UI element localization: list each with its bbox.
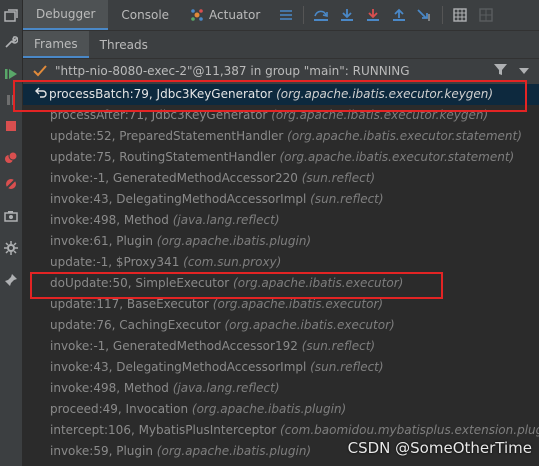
frame-package: (org.apache.ibatis.executor.statement) (287, 129, 522, 143)
frame-method: update:75, RoutingStatementHandler (50, 150, 276, 164)
frame-package: (com.sun.proxy) (183, 255, 282, 269)
frame-method: update:-1, $Proxy341 (50, 255, 180, 269)
debug-toolbar: Debugger Console Actuator (23, 0, 539, 31)
frame-package: (org.apache.ibatis.executor.keygen) (271, 108, 489, 122)
tab-frames[interactable]: Frames (23, 31, 89, 58)
frame-package: (org.apache.ibatis.plugin) (156, 234, 312, 248)
frame-package: (sun.reflect) (310, 360, 384, 374)
frame-package: (org.apache.ibatis.plugin) (191, 402, 347, 416)
chevron-down-icon[interactable] (519, 64, 529, 78)
run-to-cursor-icon[interactable] (412, 0, 438, 30)
frame-row[interactable]: invoke:43, DelegatingMethodAccessorImpl … (23, 189, 539, 210)
frame-row[interactable]: doUpdate:50, SimpleExecutor (org.apache.… (23, 273, 539, 294)
frame-method: invoke:59, Plugin (50, 444, 153, 458)
frame-row[interactable]: invoke:43, DelegatingMethodAccessorImpl … (23, 357, 539, 378)
pin-icon[interactable] (3, 272, 19, 288)
frame-row[interactable]: invoke:61, Plugin (org.apache.ibatis.plu… (23, 231, 539, 252)
stop-icon[interactable] (3, 118, 19, 134)
frame-method: update:76, CachingExecutor (50, 318, 221, 332)
force-step-into-icon[interactable] (360, 0, 386, 30)
frame-row[interactable]: intercept:106, MybatisPlusInterceptor (c… (23, 420, 539, 441)
tab-threads[interactable]: Threads (89, 31, 159, 58)
frame-row[interactable]: invoke:498, Method (java.lang.reflect) (23, 210, 539, 231)
frames-list: processBatch:79, Jdbc3KeyGenerator (org.… (23, 84, 539, 466)
step-into-icon[interactable] (334, 0, 360, 30)
frame-row[interactable]: update:76, CachingExecutor (org.apache.i… (23, 315, 539, 336)
frame-method: invoke:61, Plugin (50, 234, 153, 248)
frame-package: (org.apache.ibatis.executor) (233, 276, 404, 290)
frame-method: update:117, BaseExecutor (50, 297, 209, 311)
frame-row[interactable]: update:-1, $Proxy341 (com.sun.proxy) (23, 252, 539, 273)
frame-row[interactable]: update:52, PreparedStatementHandler (org… (23, 126, 539, 147)
actuator-icon (190, 8, 204, 22)
frame-method: processAfter:71, Jdbc3KeyGenerator (50, 108, 268, 122)
frame-package: (java.lang.reflect) (172, 213, 280, 227)
frame-row[interactable]: invoke:498, Method (java.lang.reflect) (23, 378, 539, 399)
frame-method: invoke:-1, GeneratedMethodAccessor220 (50, 171, 298, 185)
frame-method: invoke:498, Method (50, 213, 169, 227)
tab-actuator[interactable]: Actuator (182, 0, 273, 30)
frame-method: invoke:43, DelegatingMethodAccessorImpl (50, 360, 307, 374)
frame-package: (sun.reflect) (301, 171, 376, 185)
thread-selector[interactable]: "http-nio-8080-exec-2"@11,387 in group "… (23, 59, 539, 83)
left-toolbar (0, 0, 23, 466)
frame-row[interactable]: invoke:-1, GeneratedMethodAccessor192 (s… (23, 336, 539, 357)
watermark: CSDN @SomeOtherTime (347, 439, 532, 457)
frame-package: (sun.reflect) (301, 339, 376, 353)
gear-icon[interactable] (3, 240, 19, 256)
restore-layout-icon[interactable] (3, 8, 19, 24)
frame-package: (org.apache.ibatis.executor.keygen) (276, 87, 494, 101)
return-arrow-icon (35, 84, 49, 105)
toolbar-divider (303, 6, 305, 24)
toolbar-divider (442, 6, 444, 24)
checkmark-icon (33, 65, 49, 77)
frame-row[interactable]: update:117, BaseExecutor (org.apache.iba… (23, 294, 539, 315)
trace-table-icon[interactable] (473, 0, 499, 30)
frame-package: (org.apache.ibatis.executor) (212, 297, 384, 311)
frame-method: invoke:498, Method (50, 381, 169, 395)
frame-method: proceed:49, Invocation (50, 402, 189, 416)
frame-row-selected[interactable]: processBatch:79, Jdbc3KeyGenerator (org.… (23, 84, 539, 105)
frame-row[interactable]: processAfter:71, Jdbc3KeyGenerator (org.… (23, 105, 539, 126)
frames-threads-tabbar: Frames Threads (23, 31, 539, 59)
frame-package: (com.baomidou.mybatisplus.extension.plug… (280, 423, 539, 437)
frame-package: (org.apache.ibatis.executor) (224, 318, 395, 332)
frame-package: (java.lang.reflect) (172, 381, 280, 395)
filter-icon[interactable] (494, 63, 507, 79)
frame-row[interactable]: update:75, RoutingStatementHandler (org.… (23, 147, 539, 168)
frame-method: invoke:43, DelegatingMethodAccessorImpl (50, 192, 307, 206)
mute-breakpoints-icon[interactable] (3, 176, 19, 192)
frame-method: doUpdate:50, SimpleExecutor (50, 276, 230, 290)
step-over-icon[interactable] (308, 0, 334, 30)
view-breakpoints-icon[interactable] (3, 150, 19, 166)
frame-package: (org.apache.ibatis.plugin) (156, 444, 312, 458)
frame-method: update:52, PreparedStatementHandler (50, 129, 284, 143)
resume-program-icon[interactable] (3, 66, 19, 82)
menu-lines-icon[interactable] (273, 0, 299, 30)
frame-row[interactable]: invoke:-1, GeneratedMethodAccessor220 (s… (23, 168, 539, 189)
camera-icon[interactable] (3, 208, 19, 224)
frame-method: invoke:-1, GeneratedMethodAccessor192 (50, 339, 298, 353)
pause-program-icon[interactable] (3, 92, 19, 108)
step-out-icon[interactable] (386, 0, 412, 30)
tab-console[interactable]: Console (108, 0, 182, 30)
frame-package: (org.apache.ibatis.executor.statement) (279, 150, 515, 164)
evaluate-expression-icon[interactable] (447, 0, 473, 30)
tab-debugger[interactable]: Debugger (23, 0, 109, 30)
frame-package: (sun.reflect) (310, 192, 384, 206)
thread-label: "http-nio-8080-exec-2"@11,387 in group "… (55, 64, 410, 78)
settings-wrench-icon[interactable] (3, 34, 19, 50)
frame-row[interactable]: proceed:49, Invocation (org.apache.ibati… (23, 399, 539, 420)
frame-method: intercept:106, MybatisPlusInterceptor (50, 423, 277, 437)
frame-method: processBatch:79, Jdbc3KeyGenerator (49, 87, 273, 101)
